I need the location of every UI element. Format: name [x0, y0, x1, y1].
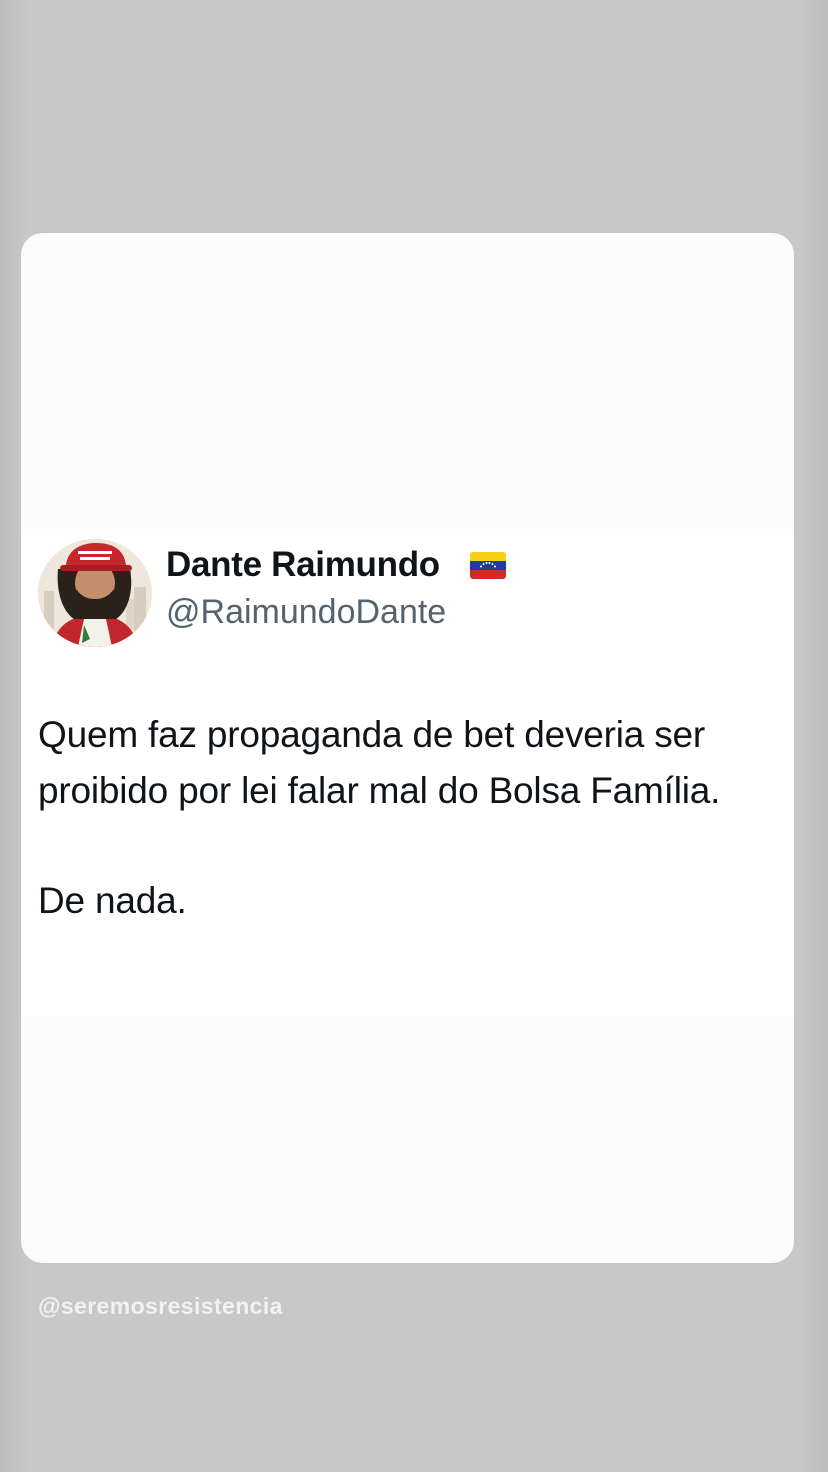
tweet-text-paragraph: Quem faz propaganda de bet deveria ser p…: [38, 714, 721, 811]
tweet: Dante Raimundo @RaimundoDante Quem faz p…: [21, 535, 794, 1015]
story-watermark: @seremosresistencia: [38, 1293, 283, 1319]
tweet-text: Quem faz propaganda de bet deveria ser p…: [38, 707, 783, 929]
avatar[interactable]: [38, 539, 152, 647]
tweet-text-paragraph: De nada.: [38, 880, 187, 921]
author-name[interactable]: Dante Raimundo: [166, 545, 440, 585]
author-handle[interactable]: @RaimundoDante: [166, 593, 446, 632]
avatar-portrait-icon: [38, 539, 152, 647]
venezuela-flag-icon: [470, 552, 506, 579]
screenshot-card: Dante Raimundo @RaimundoDante Quem faz p…: [21, 233, 794, 1263]
